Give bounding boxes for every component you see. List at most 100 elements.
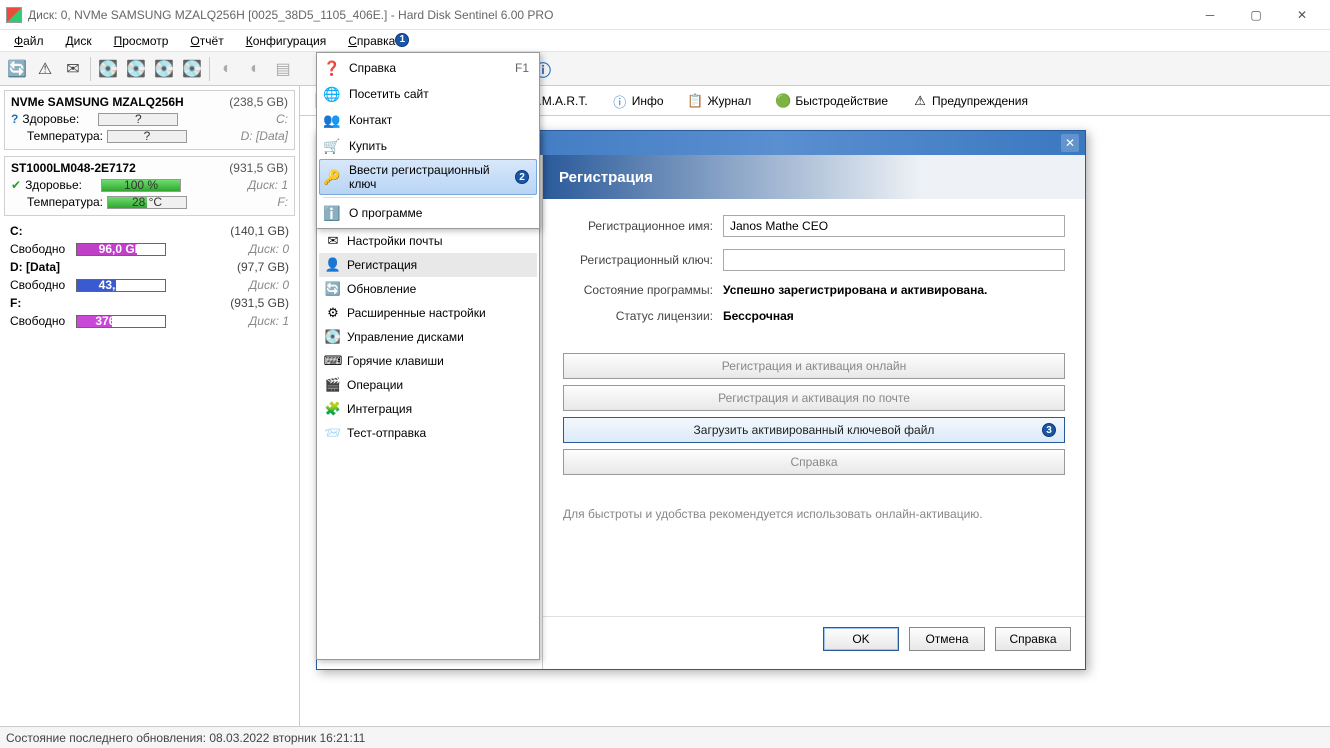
disk-icon[interactable]: 💽 xyxy=(95,56,121,82)
config-item-icon: 👤 xyxy=(325,257,341,273)
menu-item-icon: 👥 xyxy=(323,111,341,129)
config-item[interactable]: ⌨Горячие клавиши xyxy=(319,349,537,373)
disk3-icon[interactable]: 💽 xyxy=(151,56,177,82)
config-item[interactable]: 🎬Операции xyxy=(319,373,537,397)
sidebar: NVMe SAMSUNG MZALQ256H (238,5 GB) ? Здор… xyxy=(0,86,300,726)
volume-size: (931,5 GB) xyxy=(230,296,289,310)
tab-label: Предупреждения xyxy=(932,94,1028,108)
warning-icon[interactable]: ⚠ xyxy=(32,56,58,82)
disk-block[interactable]: ST1000LM048-2E7172 (931,5 GB) ✔ Здоровье… xyxy=(4,156,295,216)
disk-size: (238,5 GB) xyxy=(229,95,288,109)
config-item-label: Тест-отправка xyxy=(347,426,426,440)
config-item[interactable]: ⚙Расширенные настройки xyxy=(319,301,537,325)
maximize-button[interactable]: ▢ xyxy=(1234,1,1278,29)
menu-item[interactable]: 👥Контакт xyxy=(319,107,537,133)
menu-config[interactable]: Конфигурация xyxy=(236,32,337,50)
volume-row[interactable]: C:(140,1 GB) xyxy=(4,222,295,240)
config-item-icon: ✉ xyxy=(325,233,341,249)
disk-name: NVMe SAMSUNG MZALQ256H xyxy=(11,95,184,109)
volume-letter: F: xyxy=(10,296,70,310)
menu-item-label: Посетить сайт xyxy=(349,87,529,101)
volume-row[interactable]: F: (931,5 GB) xyxy=(4,294,295,312)
config-item[interactable]: 💽Управление дисками xyxy=(319,325,537,349)
free-label: Свободно xyxy=(10,278,70,292)
free-bar: 376,5 GB xyxy=(76,315,166,328)
statusbar: Состояние последнего обновления: 08.03.2… xyxy=(0,726,1330,748)
config-item-label: Операции xyxy=(347,378,403,392)
reg-key-input[interactable] xyxy=(723,249,1065,271)
config-item-icon: ⚙ xyxy=(325,305,341,321)
health-label: Здоровье: xyxy=(22,112,94,126)
volume-row[interactable]: D: [Data](97,7 GB) xyxy=(4,258,295,276)
tab-journal[interactable]: 📋 Журнал xyxy=(677,88,763,113)
tab-warnings[interactable]: ⚠Предупреждения xyxy=(901,88,1039,113)
menu-item-icon: 🌐 xyxy=(323,85,341,103)
cancel-button[interactable]: Отмена xyxy=(909,627,985,651)
health-value: ? xyxy=(135,112,142,126)
toolbar-separator xyxy=(209,57,210,81)
config-item-label: Регистрация xyxy=(347,258,417,272)
gauge-icon[interactable]: ◐ xyxy=(214,56,240,82)
ok-button[interactable]: OK xyxy=(823,627,899,651)
config-item[interactable]: 📨Тест-отправка xyxy=(319,421,537,445)
dialog-header: Регистрация xyxy=(543,155,1085,199)
panel-icon[interactable]: ▤ xyxy=(270,56,296,82)
reg-load-button[interactable]: Загрузить активированный ключевой файл 3 xyxy=(563,417,1065,443)
tab-label: Быстродействие xyxy=(795,94,888,108)
volume-size: (97,7 GB) xyxy=(237,260,289,274)
button-label: Регистрация и активация по почте xyxy=(718,391,910,405)
menu-item[interactable]: 🔑Ввести регистрационный ключ2 xyxy=(319,159,537,195)
menu-disk[interactable]: Диск xyxy=(56,32,102,50)
menu-view[interactable]: Просмотр xyxy=(104,32,179,50)
config-item[interactable]: 🧩Интеграция xyxy=(319,397,537,421)
volume-free-row: Свободно 376,5 GB Диск: 1 xyxy=(4,312,295,330)
disk-block[interactable]: NVMe SAMSUNG MZALQ256H (238,5 GB) ? Здор… xyxy=(4,90,295,150)
button-label: Загрузить активированный ключевой файл xyxy=(694,423,935,437)
mail-icon[interactable]: ✉ xyxy=(60,56,86,82)
health-value: 100 % xyxy=(124,178,158,192)
window-title: Диск: 0, NVMe SAMSUNG MZALQ256H [0025_38… xyxy=(28,8,1188,22)
config-item-label: Управление дисками xyxy=(347,330,464,344)
disk-letter: F: xyxy=(277,195,288,209)
reg-help-button[interactable]: Справка xyxy=(563,449,1065,475)
dialog-header-title: Регистрация xyxy=(559,169,653,186)
menu-item[interactable]: 🛒Купить xyxy=(319,133,537,159)
close-button[interactable]: ✕ xyxy=(1280,1,1324,29)
config-item[interactable]: 👤 Регистрация xyxy=(319,253,537,277)
refresh-icon[interactable]: 🔄 xyxy=(4,56,30,82)
menu-report[interactable]: Отчёт xyxy=(180,32,233,50)
reg-online-button[interactable]: Регистрация и активация онлайн xyxy=(563,353,1065,379)
reg-mail-button[interactable]: Регистрация и активация по почте xyxy=(563,385,1065,411)
menu-file[interactable]: Файл xyxy=(4,32,54,50)
config-item[interactable]: 🔄Обновление xyxy=(319,277,537,301)
disk2-icon[interactable]: 💽 xyxy=(123,56,149,82)
menu-help[interactable]: Справка 1 xyxy=(338,32,405,50)
reg-name-input[interactable] xyxy=(723,215,1065,237)
help-dropdown: ❓СправкаF1 🌐 Посетить сайт 👥Контакт🛒Купить 🔑… xyxy=(316,52,540,229)
reg-key-label: Регистрационный ключ: xyxy=(563,253,723,267)
reg-name-label: Регистрационное имя: xyxy=(563,219,723,233)
help-button[interactable]: Справка xyxy=(995,627,1071,651)
reg-lic-value: Бессрочная xyxy=(723,309,1065,323)
menubar: Файл Диск Просмотр Отчёт Конфигурация Сп… xyxy=(0,30,1330,52)
menu-item-label: Ввести регистрационный ключ xyxy=(349,163,507,191)
volume-disk: Диск: 1 xyxy=(249,314,289,328)
tab-info[interactable]: ⓘИнфо xyxy=(601,88,675,113)
toolbar-separator xyxy=(90,57,91,81)
disk4-icon[interactable]: 💽 xyxy=(179,56,205,82)
reg-state-value: Успешно зарегистрирована и активирована. xyxy=(723,283,1065,297)
journal-icon: 📋 xyxy=(688,93,704,109)
minimize-button[interactable]: ─ xyxy=(1188,1,1232,29)
menu-item[interactable]: ❓СправкаF1 xyxy=(319,55,537,81)
close-icon[interactable]: ✕ xyxy=(1061,134,1079,152)
config-item[interactable]: ✉Настройки почты xyxy=(319,229,537,253)
menu-item[interactable]: ℹ️О программе xyxy=(319,200,537,226)
config-item-icon: 🧩 xyxy=(325,401,341,417)
menu-item[interactable]: 🌐 Посетить сайт xyxy=(319,81,537,107)
config-item-icon: ⌨ xyxy=(325,353,341,369)
temp-value: 28 °C xyxy=(132,195,162,209)
menu-item-icon: 🔑 xyxy=(323,168,341,186)
tab-label: Журнал xyxy=(708,94,752,108)
gauge2-icon[interactable]: ◐ xyxy=(242,56,268,82)
tab-performance[interactable]: 🟢Быстродействие xyxy=(764,88,899,113)
